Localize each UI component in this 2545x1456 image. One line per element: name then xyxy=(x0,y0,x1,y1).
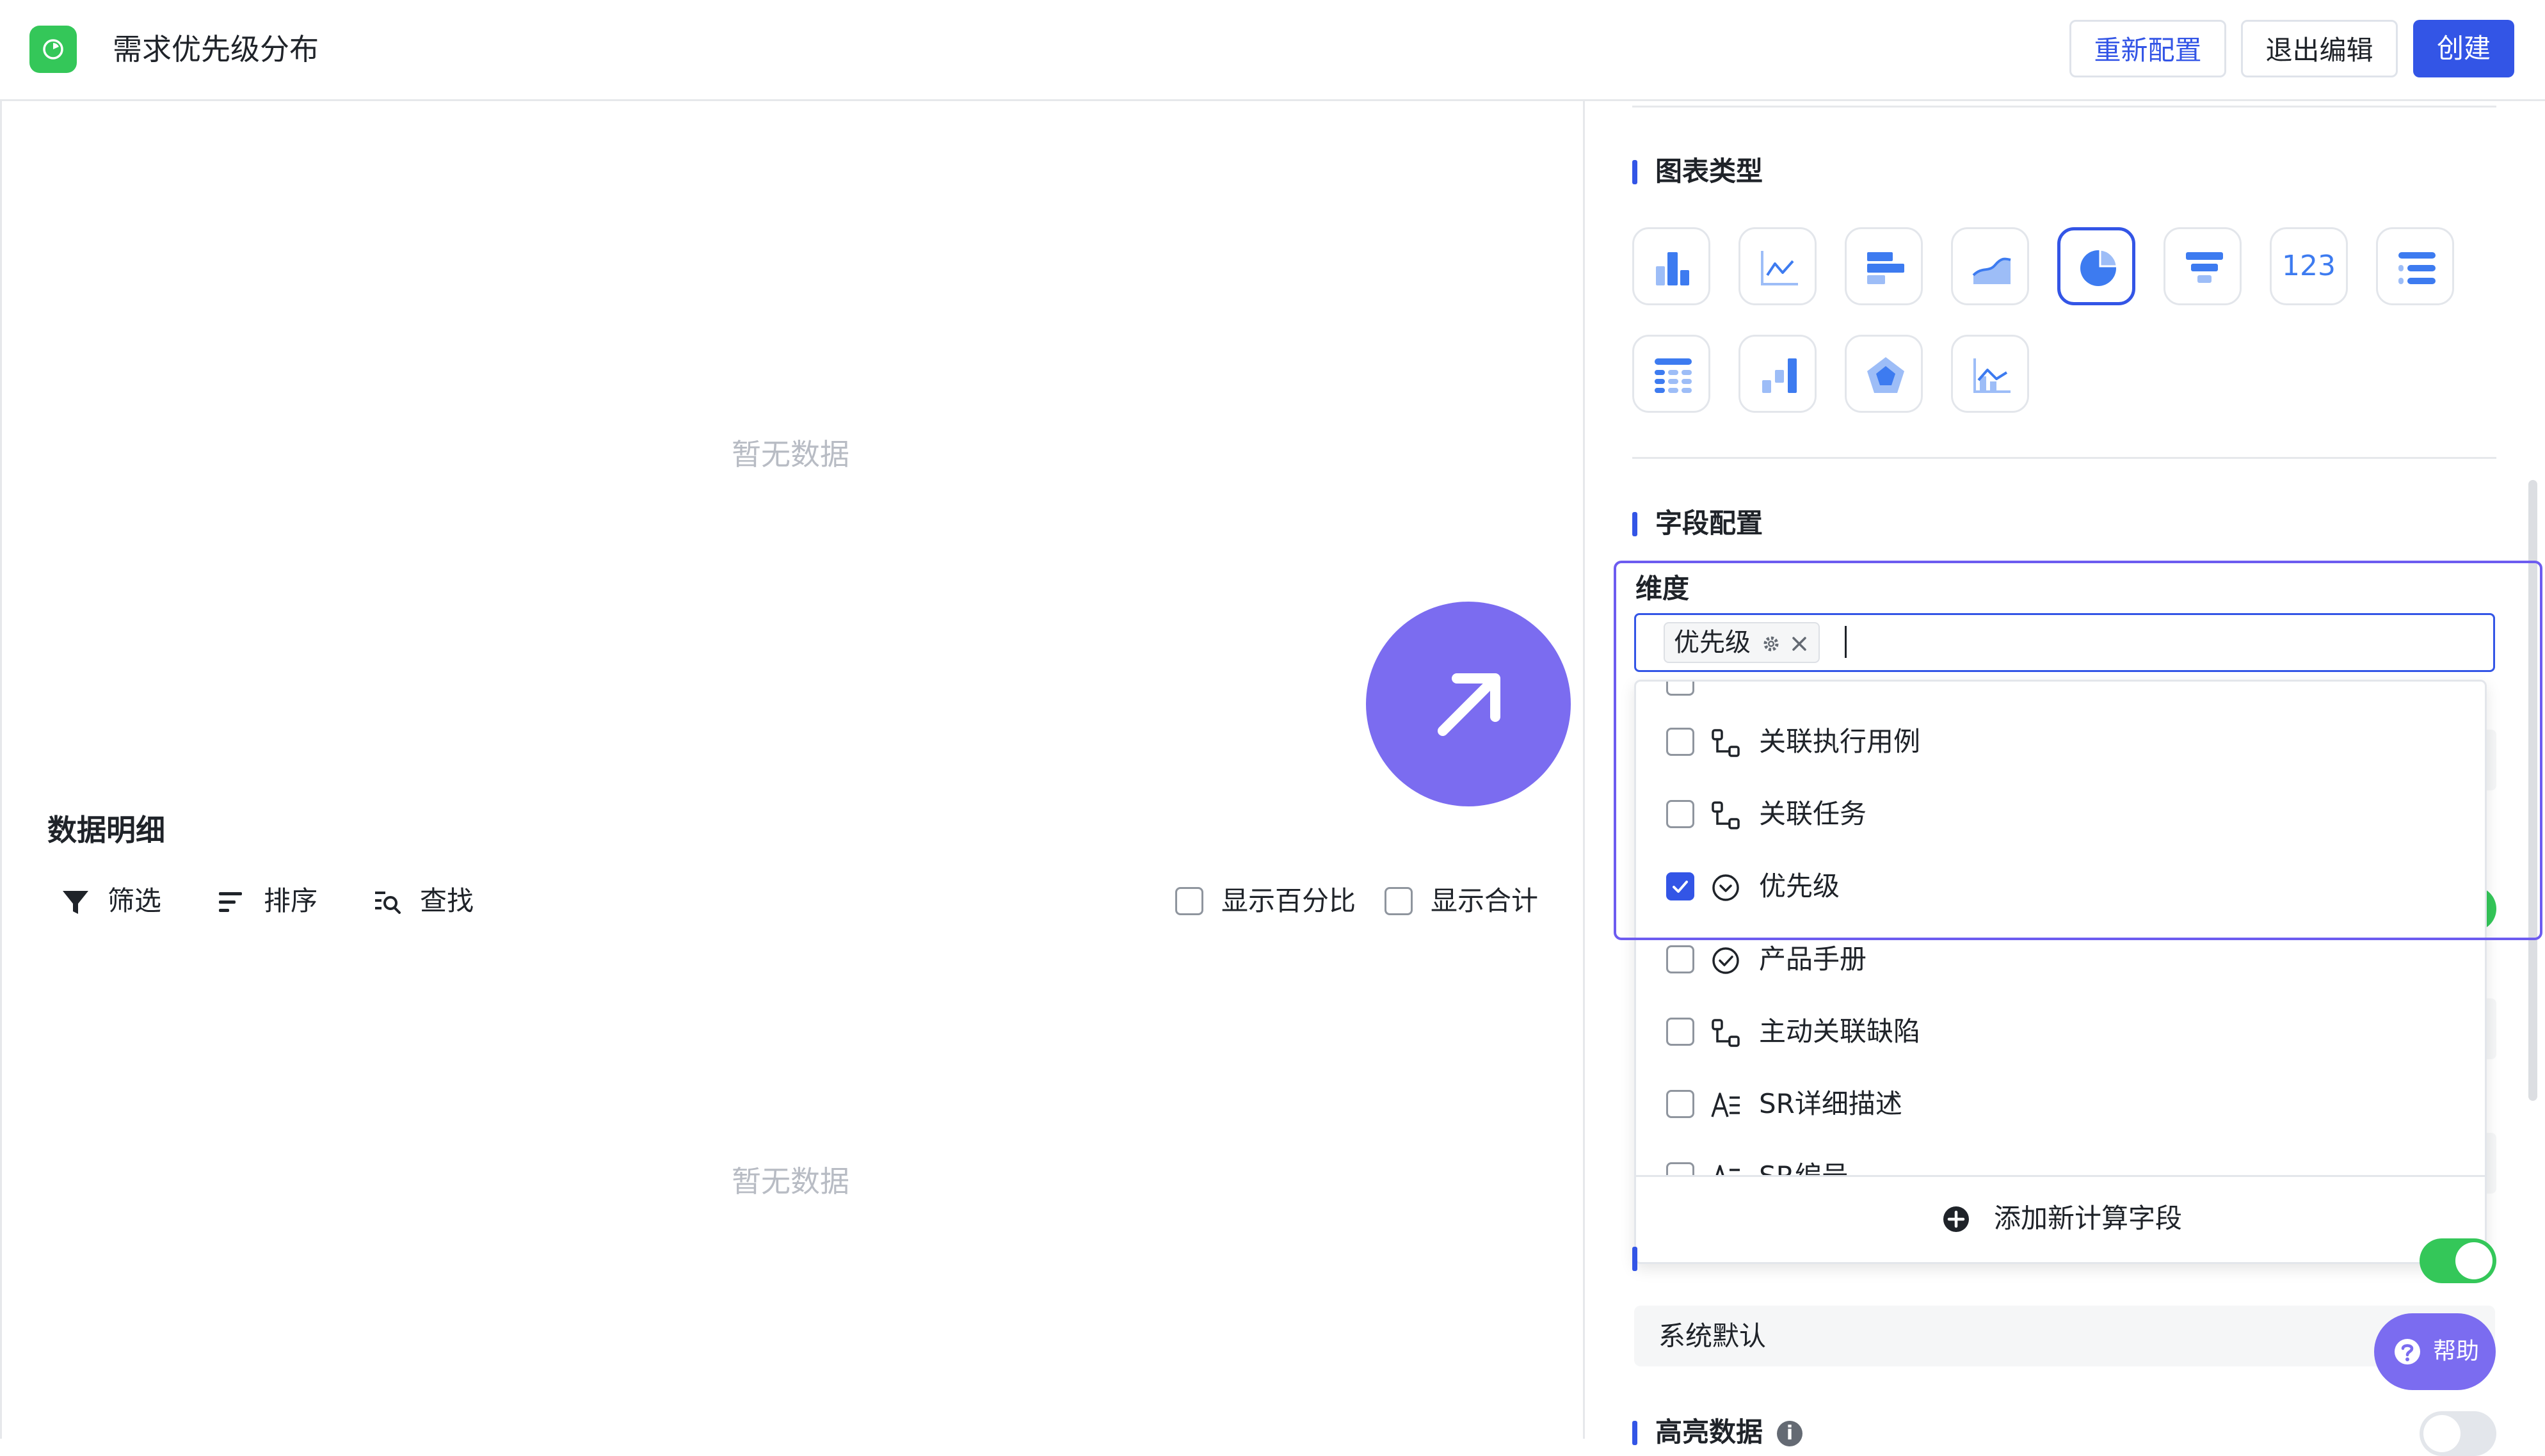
filter-label: 筛选 xyxy=(108,885,162,916)
show-percent-checkbox[interactable] xyxy=(1175,887,1203,915)
sort-label: 排序 xyxy=(264,885,318,916)
arrow-up-right-icon xyxy=(1438,673,1500,736)
area-chart-icon xyxy=(1972,257,2011,284)
obscured-section-title xyxy=(1632,1242,1665,1273)
relation-icon xyxy=(1712,1019,1740,1047)
help-button[interactable]: 帮助 xyxy=(2374,1313,2496,1390)
chart-type-funnel[interactable] xyxy=(2164,227,2242,305)
create-button[interactable]: 创建 xyxy=(2413,20,2514,77)
dropdown-item-label: 主动关联缺陷 xyxy=(1759,1016,1921,1047)
question-icon xyxy=(2395,1339,2420,1364)
highlight-data-title: 高亮数据 xyxy=(1632,1414,1763,1450)
dropdown-item-checkbox[interactable] xyxy=(1666,1090,1694,1118)
field-config-title: 字段配置 xyxy=(1632,506,1763,541)
filter-icon xyxy=(63,891,88,914)
number-chart-icon: 123 xyxy=(2282,250,2336,282)
chart-type-radar[interactable] xyxy=(1845,335,1923,413)
show-percent-option[interactable]: 显示百分比 xyxy=(1175,882,1367,920)
table-chart-icon xyxy=(1655,358,1692,393)
chart-type-area[interactable] xyxy=(1951,227,2029,305)
find-button[interactable]: 查找 xyxy=(374,882,489,920)
single-select-icon xyxy=(1712,947,1739,974)
chart-type-waterfall[interactable] xyxy=(1738,335,1817,413)
dimension-focus-outline xyxy=(1614,561,2542,940)
find-label: 查找 xyxy=(420,885,474,916)
help-label: 帮助 xyxy=(2433,1338,2480,1364)
chart-type-combo[interactable] xyxy=(1951,335,2029,413)
top-header: 需求优先级分布 重新配置 退出编辑 创建 xyxy=(0,0,2545,101)
text-icon xyxy=(1711,1092,1740,1117)
dropdown-item[interactable]: SR详细描述 xyxy=(1636,1072,2485,1136)
detail-empty-state: 暂无数据 xyxy=(732,1164,849,1199)
chart-type-list[interactable] xyxy=(2376,227,2454,305)
column-chart-icon xyxy=(1656,252,1689,285)
pie-chart-icon xyxy=(2080,248,2118,286)
chart-empty-state: 暂无数据 xyxy=(732,437,849,472)
chart-type-title: 图表类型 xyxy=(1632,154,1763,189)
theme-select-value: 系统默认 xyxy=(1658,1320,1767,1352)
sort-icon xyxy=(219,892,242,912)
bar-chart-icon xyxy=(1867,252,1904,284)
dropdown-item[interactable]: 主动关联缺陷 xyxy=(1636,1000,2485,1064)
sort-button[interactable]: 排序 xyxy=(218,882,333,920)
chart-type-pie[interactable] xyxy=(2057,227,2135,305)
section-divider xyxy=(1632,106,2496,108)
panel-divider xyxy=(1583,99,1585,1439)
line-chart-icon xyxy=(1761,251,1798,285)
add-circle-icon xyxy=(1943,1206,1969,1232)
show-total-checkbox[interactable] xyxy=(1385,887,1413,915)
chart-type-number[interactable]: 123 xyxy=(2270,227,2348,305)
chart-type-line[interactable] xyxy=(1738,227,1817,305)
chart-type-column[interactable] xyxy=(1632,227,1710,305)
waterfall-chart-icon xyxy=(1762,358,1797,393)
show-total-option[interactable]: 显示合计 xyxy=(1385,882,1545,920)
find-icon xyxy=(375,892,401,914)
chart-type-bar[interactable] xyxy=(1845,227,1923,305)
dropdown-item-checkbox[interactable] xyxy=(1666,1018,1694,1046)
page-title: 需求优先级分布 xyxy=(113,32,319,67)
add-calculated-field-button[interactable]: 添加新计算字段 xyxy=(1636,1175,2485,1262)
theme-select[interactable]: 系统默认 xyxy=(1634,1306,2495,1366)
left-border xyxy=(0,99,2,1439)
reconfigure-button[interactable]: 重新配置 xyxy=(2069,20,2226,77)
radar-chart-icon xyxy=(1867,357,1904,393)
dropdown-item-label: SR详细描述 xyxy=(1759,1088,1902,1119)
add-calculated-field-label: 添加新计算字段 xyxy=(1994,1203,2183,1234)
list-chart-icon xyxy=(2398,252,2436,284)
show-total-label: 显示合计 xyxy=(1431,885,1539,916)
show-percent-label: 显示百分比 xyxy=(1221,885,1356,916)
info-icon[interactable]: i xyxy=(1777,1421,1802,1446)
funnel-chart-icon xyxy=(2186,252,2223,283)
data-detail-title: 数据明细 xyxy=(47,813,165,847)
section-divider xyxy=(1632,457,2496,459)
combo-chart-icon xyxy=(1973,358,2011,393)
obscured-toggle[interactable] xyxy=(2420,1238,2496,1283)
filter-button[interactable]: 筛选 xyxy=(61,882,177,920)
exit-edit-button[interactable]: 退出编辑 xyxy=(2241,20,2398,77)
expand-fab-button[interactable] xyxy=(1366,602,1571,806)
dropdown-item-checkbox[interactable] xyxy=(1666,945,1694,973)
highlight-toggle[interactable] xyxy=(2420,1411,2496,1456)
app-logo-icon xyxy=(29,26,77,73)
chart-type-table[interactable] xyxy=(1632,335,1710,413)
